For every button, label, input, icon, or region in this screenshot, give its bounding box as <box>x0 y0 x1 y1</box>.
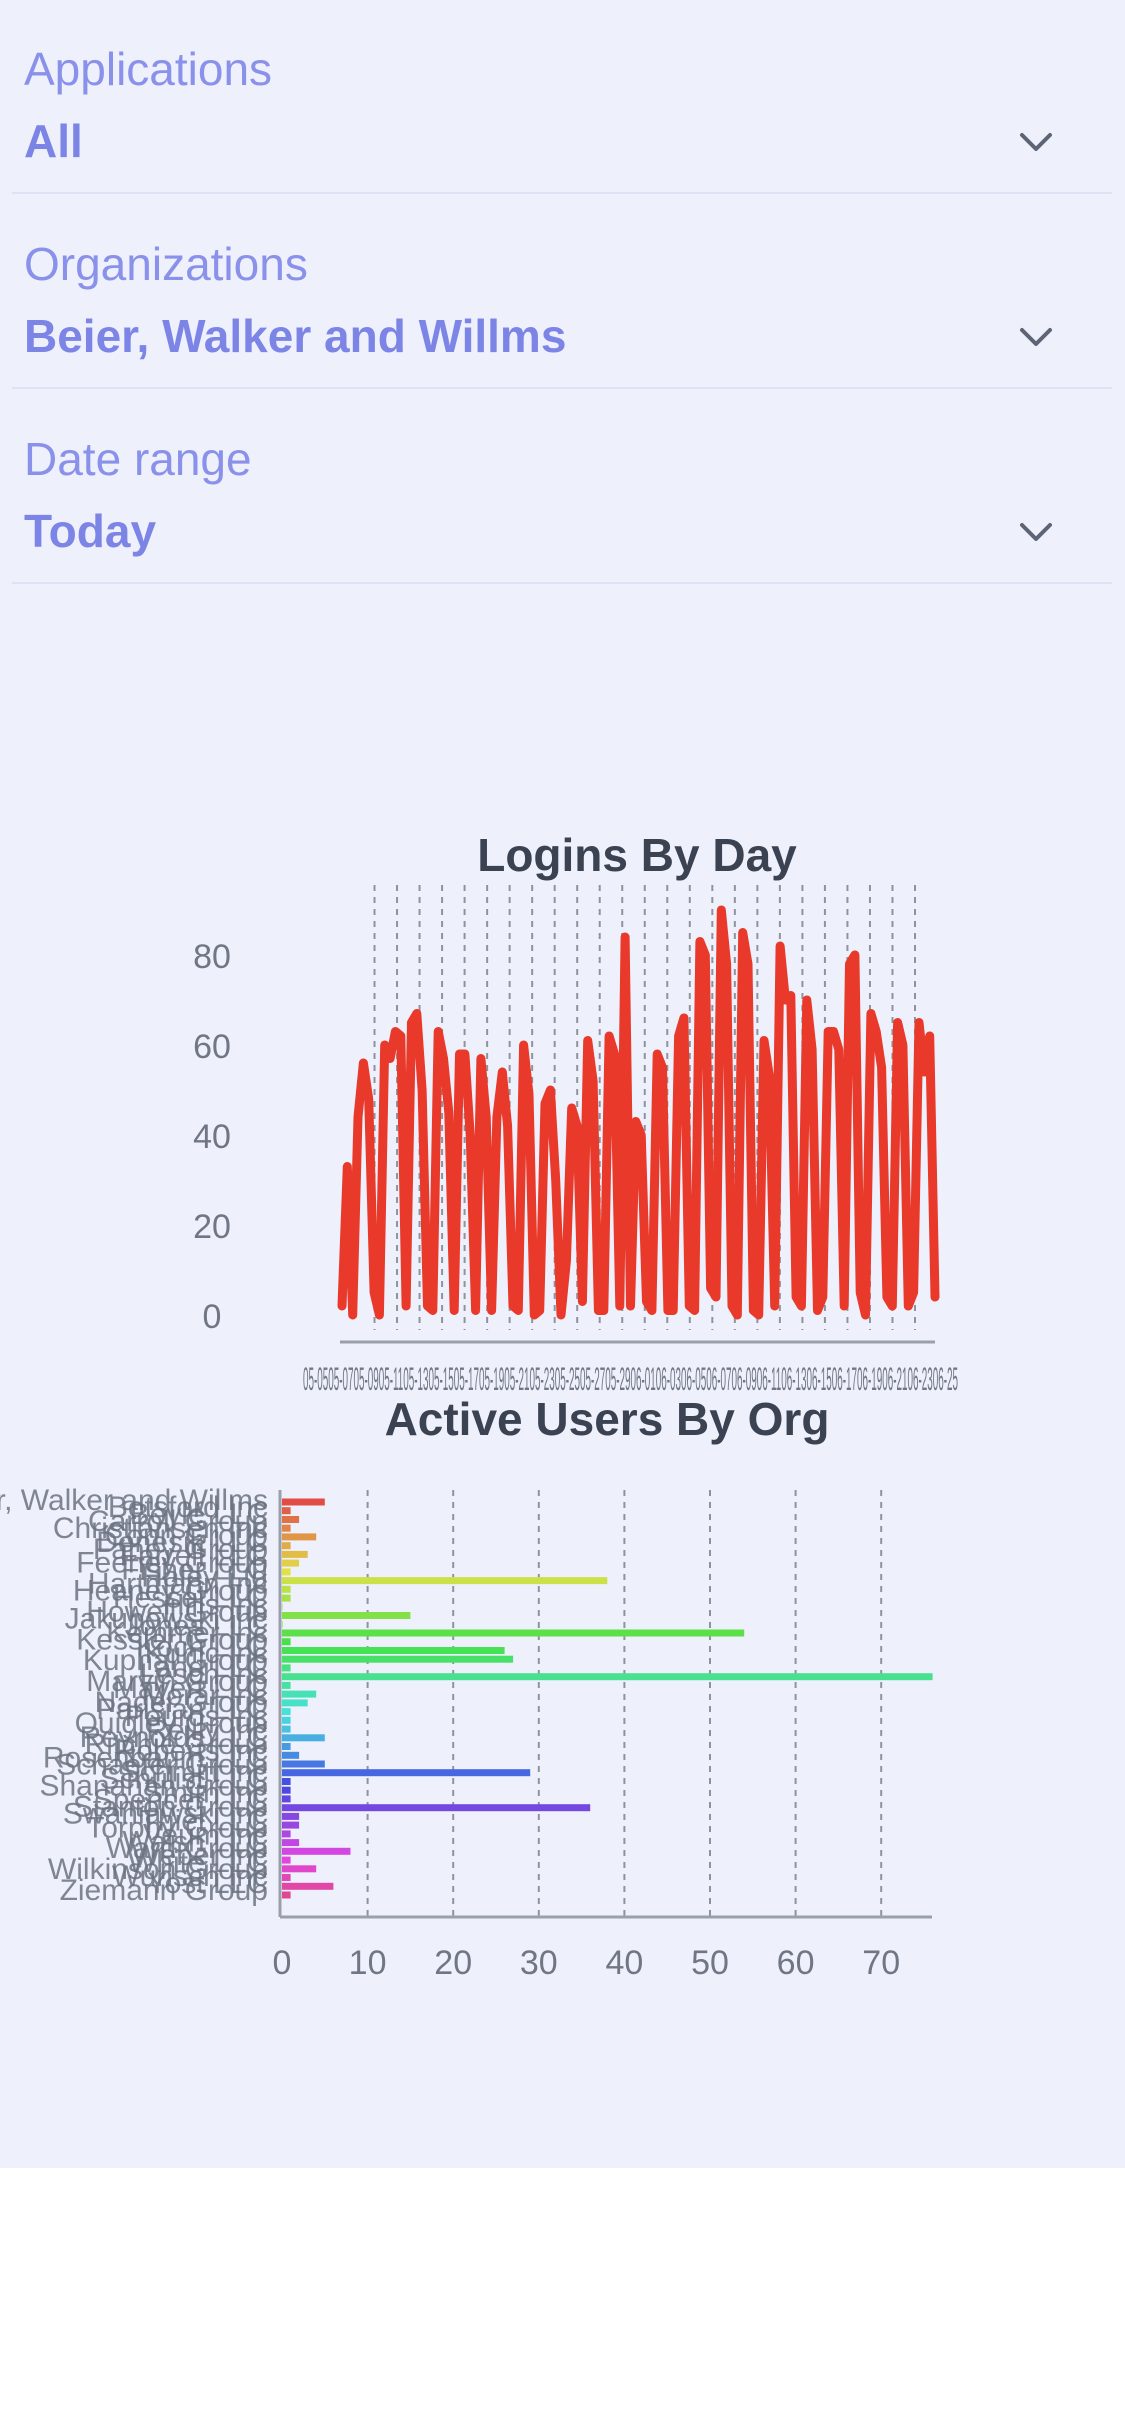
active-users-by-org-chart: Active Users By Org010203040506070Beier,… <box>0 1393 933 1982</box>
bar <box>282 1751 300 1759</box>
bar <box>282 1577 608 1585</box>
date-range-filter[interactable]: Date range Today <box>12 390 1112 584</box>
x-tick-label: 60 <box>777 1944 815 1982</box>
bar <box>282 1664 291 1672</box>
x-tick-label: 20 <box>434 1944 472 1982</box>
x-tick-label: 50 <box>691 1944 729 1982</box>
category-label: Ziemann Group <box>60 1874 268 1907</box>
bar <box>282 1839 300 1847</box>
bar <box>282 1690 317 1698</box>
bar <box>282 1769 531 1777</box>
bar <box>282 1507 291 1515</box>
applications-filter-value: All <box>24 115 83 167</box>
x-tick-label: 30 <box>520 1944 558 1982</box>
bar <box>282 1533 317 1541</box>
logins-by-day-chart: Logins By Day02040608005-0505-0705-0905-… <box>193 829 958 1397</box>
x-tick-label: 70 <box>862 1944 900 1982</box>
organizations-filter[interactable]: Organizations Beier, Walker and Willms <box>12 195 1112 389</box>
bar <box>282 1865 317 1873</box>
bar <box>282 1594 291 1602</box>
date-range-filter-label: Date range <box>24 433 252 485</box>
bar <box>282 1568 291 1576</box>
applications-filter-label: Applications <box>24 43 273 95</box>
bar <box>282 1585 291 1593</box>
bar <box>282 1716 291 1724</box>
date-range-filter-value: Today <box>24 505 157 557</box>
bar <box>282 1647 505 1654</box>
bar <box>282 1550 308 1558</box>
bar <box>282 1498 325 1506</box>
bar <box>282 1812 300 1820</box>
y-tick-label: 40 <box>193 1118 231 1156</box>
chevron-down-icon[interactable] <box>1016 317 1056 357</box>
bar <box>282 1804 591 1812</box>
x-tick-label: 40 <box>605 1944 643 1982</box>
bar <box>282 1856 291 1864</box>
bar <box>282 1795 291 1803</box>
applications-filter[interactable]: Applications All <box>12 0 1112 194</box>
logins-series-line <box>337 905 940 1320</box>
x-tick-label: 0 <box>273 1944 292 1982</box>
bar <box>282 1786 291 1794</box>
bar <box>282 1760 325 1768</box>
bar <box>282 1699 308 1707</box>
chevron-down-icon[interactable] <box>1016 512 1056 552</box>
bar <box>282 1629 745 1637</box>
app-screen: Applications All Organizations Beier, Wa… <box>0 0 1125 2168</box>
bar <box>282 1655 514 1663</box>
bar <box>282 1516 300 1523</box>
bar <box>282 1778 291 1785</box>
chart-title: Active Users By Org <box>385 1393 830 1445</box>
bar <box>282 1891 291 1899</box>
organizations-filter-label: Organizations <box>24 238 308 290</box>
bar <box>282 1830 291 1838</box>
bar <box>282 1542 291 1550</box>
bar <box>282 1612 411 1619</box>
y-tick-label: 20 <box>193 1208 231 1246</box>
bar <box>282 1620 283 1628</box>
y-tick-label: 60 <box>193 1028 231 1066</box>
bar <box>282 1725 291 1733</box>
chevron-down-icon[interactable] <box>1016 122 1056 162</box>
bar <box>282 1524 291 1532</box>
x-tick-label: 10 <box>349 1944 387 1982</box>
bar <box>282 1638 291 1646</box>
y-tick-label: 0 <box>203 1298 222 1336</box>
chart-title: Logins By Day <box>477 829 797 881</box>
bar <box>282 1681 291 1689</box>
organizations-filter-value: Beier, Walker and Willms <box>24 310 567 362</box>
bar <box>282 1743 291 1750</box>
bar <box>282 1603 283 1611</box>
y-tick-label: 80 <box>193 938 231 976</box>
bar <box>282 1708 291 1716</box>
bar <box>282 1882 334 1890</box>
bar <box>282 1874 291 1881</box>
bar <box>282 1673 933 1681</box>
bar <box>282 1734 325 1742</box>
bar <box>282 1847 351 1855</box>
bar <box>282 1559 300 1567</box>
bar <box>282 1821 300 1829</box>
